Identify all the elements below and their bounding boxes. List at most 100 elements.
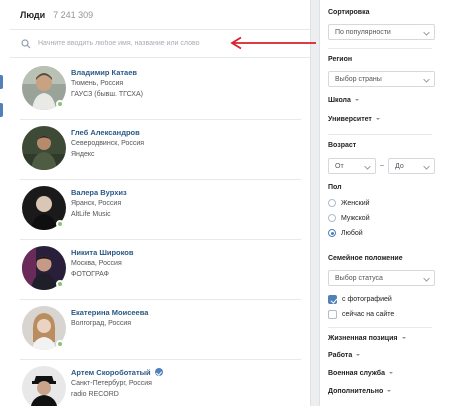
work-toggle[interactable]: Работа — [328, 352, 361, 359]
person-city: Тюмень, Россия — [71, 80, 124, 87]
chevron-down-icon — [423, 275, 430, 282]
list-item[interactable]: Никита Широков Москва, Россия ФОТОГРАФ — [10, 240, 311, 300]
person-detail: Яндекс — [71, 151, 95, 158]
list-item[interactable]: Владимир Катаев Тюмень, Россия ГАУСЗ (бы… — [10, 60, 311, 120]
person-city: Санкт-Петербург, Россия — [71, 380, 152, 387]
person-name[interactable]: Екатерина Моисеева — [71, 308, 301, 318]
marital-label: Семейное положение — [328, 255, 403, 262]
left-nav-rail — [0, 0, 10, 406]
checkbox-icon — [328, 310, 337, 319]
person-info: Никита Широков Москва, Россия ФОТОГРАФ — [71, 248, 301, 280]
military-toggle[interactable]: Военная служба — [328, 370, 394, 377]
with-photo-checkbox[interactable]: с фотографией — [328, 295, 392, 304]
life-position-label: Жизненная позиция — [328, 335, 398, 342]
age-label: Возраст — [328, 142, 357, 149]
search-icon — [21, 38, 31, 48]
chevron-down-icon — [423, 76, 430, 83]
gender-option-label: Женский — [341, 199, 370, 207]
person-name[interactable]: Артем Скороботатый — [71, 368, 301, 378]
page-title: Люди — [20, 9, 46, 20]
list-item[interactable]: Екатерина Моисеева Волгоград, Россия — [10, 300, 311, 360]
chevron-down-icon — [423, 29, 430, 36]
list-item[interactable]: Валера Вурхиз Ярaнск, Россия AltLife Mus… — [10, 180, 311, 240]
filter-sidebar: Сортировка По популярности Регион Выбор … — [319, 0, 440, 406]
results-header: Люди 7 241 309 — [10, 0, 310, 30]
marital-select-value: Выбор статуса — [335, 274, 383, 282]
gender-option-label: Любой — [341, 229, 363, 237]
checkbox-checked-icon — [328, 295, 337, 304]
radio-button — [328, 199, 336, 207]
radio-button-selected — [328, 229, 336, 237]
person-name[interactable]: Никита Широков — [71, 248, 301, 258]
annotation-arrow-icon — [230, 36, 316, 50]
chevron-down-icon — [364, 163, 371, 170]
divider — [328, 327, 432, 328]
person-name[interactable]: Глеб Александров — [71, 128, 301, 138]
list-item[interactable]: Артем Скороботатый Санкт-Петербург, Росс… — [10, 360, 311, 406]
life-position-toggle[interactable]: Жизненная позиция — [328, 335, 406, 342]
caret-down-icon — [356, 354, 361, 356]
gender-label: Пол — [328, 184, 342, 191]
people-search-page: Люди 7 241 309 Начните вводить любое имя… — [0, 0, 474, 406]
chevron-down-icon — [423, 163, 430, 170]
gender-option-label: Мужской — [341, 214, 370, 222]
divider — [328, 48, 432, 49]
person-info: Екатерина Моисеева Волгоград, Россия — [71, 308, 301, 329]
avatar[interactable] — [22, 126, 66, 170]
region-label: Регион — [328, 56, 353, 63]
caret-down-icon — [401, 337, 406, 339]
caret-down-icon — [389, 372, 394, 374]
person-name[interactable]: Владимир Катаев — [71, 68, 301, 78]
gender-radio-any[interactable]: Любой — [328, 229, 363, 237]
search-results-panel: Люди 7 241 309 Начните вводить любое имя… — [10, 0, 316, 406]
person-name-text: Артем Скороботатый — [71, 368, 151, 377]
person-detail: ГАУСЗ (бывш. ТГСХА) — [71, 91, 143, 98]
age-to-select[interactable]: До — [388, 158, 435, 174]
additional-toggle[interactable]: Дополнительно — [328, 388, 392, 395]
person-info: Валера Вурхиз Ярaнск, Россия AltLife Mus… — [71, 188, 301, 220]
divider — [328, 134, 432, 135]
age-range-dash: – — [380, 162, 384, 169]
person-name[interactable]: Валера Вурхиз — [71, 188, 301, 198]
age-from-select[interactable]: От — [328, 158, 376, 174]
page-background — [440, 0, 474, 406]
online-now-checkbox[interactable]: сейчас на сайте — [328, 310, 394, 319]
person-city: Ярaнск, Россия — [71, 200, 122, 207]
search-bar — [10, 30, 316, 58]
gender-radio-female[interactable]: Женский — [328, 199, 370, 207]
person-info: Глеб Александров Северодвинск, Россия Ян… — [71, 128, 301, 160]
school-toggle[interactable]: Школа — [328, 97, 359, 104]
age-to-value: До — [395, 162, 404, 170]
person-detail: ФОТОГРАФ — [71, 271, 109, 278]
work-label: Работа — [328, 352, 353, 359]
person-info: Артем Скороботатый Санкт-Петербург, Росс… — [71, 368, 301, 400]
results-count: 7 241 309 — [53, 9, 94, 20]
university-label: Университет — [328, 116, 372, 123]
sort-select[interactable]: По популярности — [328, 24, 435, 40]
person-info: Владимир Катаев Тюмень, Россия ГАУСЗ (бы… — [71, 68, 301, 100]
with-photo-label: с фотографией — [342, 296, 392, 303]
age-from-value: От — [335, 162, 344, 170]
university-toggle[interactable]: Университет — [328, 116, 380, 123]
region-select[interactable]: Выбор страны — [328, 71, 435, 87]
caret-down-icon — [375, 118, 380, 120]
list-item[interactable]: Глеб Александров Северодвинск, Россия Ян… — [10, 120, 311, 180]
marital-select[interactable]: Выбор статуса — [328, 270, 435, 286]
sort-label: Сортировка — [328, 9, 370, 16]
person-city: Северодвинск, Россия — [71, 140, 145, 147]
online-indicator — [56, 220, 64, 228]
region-select-value: Выбор страны — [335, 75, 382, 83]
caret-down-icon — [387, 390, 392, 392]
nav-marker — [0, 75, 3, 89]
online-indicator — [56, 340, 64, 348]
avatar[interactable] — [22, 366, 66, 406]
nav-marker — [0, 103, 3, 117]
military-label: Военная служба — [328, 370, 386, 377]
person-detail: AltLife Music — [71, 211, 111, 218]
person-city: Волгоград, Россия — [71, 320, 132, 327]
gender-radio-male[interactable]: Мужской — [328, 214, 370, 222]
caret-down-icon — [354, 99, 359, 101]
school-label: Школа — [328, 97, 351, 104]
online-indicator — [56, 100, 64, 108]
additional-label: Дополнительно — [328, 388, 384, 395]
